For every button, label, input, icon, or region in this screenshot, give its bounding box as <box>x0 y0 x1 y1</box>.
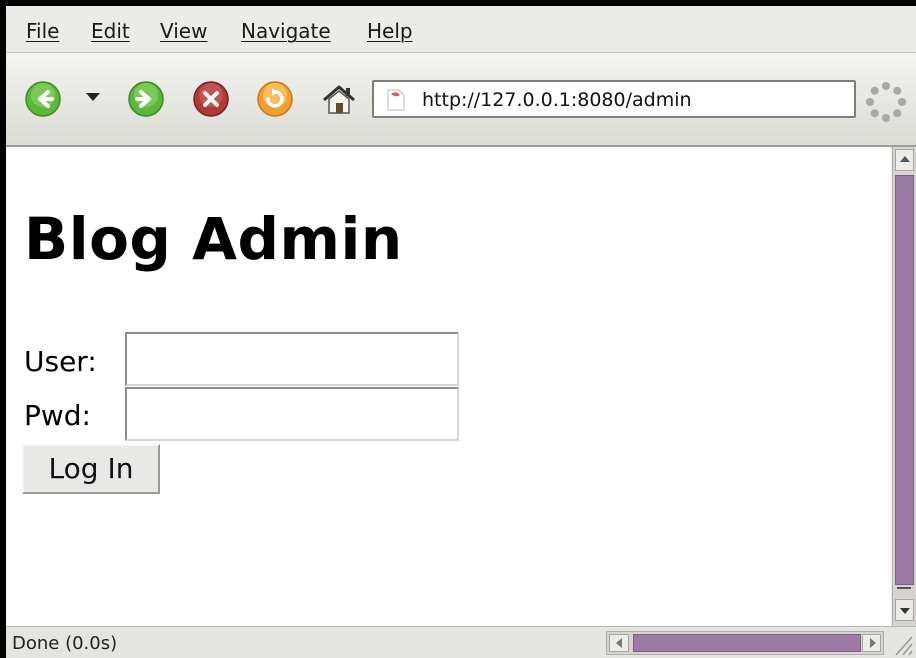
scroll-up-icon[interactable] <box>895 149 914 171</box>
menu-navigate[interactable]: Navigate <box>241 19 331 43</box>
vertical-scroll-thumb[interactable] <box>895 175 914 585</box>
stop-icon[interactable] <box>192 80 230 118</box>
pwd-label: Pwd: <box>24 399 91 432</box>
page-content: Blog Admin User: Pwd: Log In <box>6 147 891 626</box>
url-bar[interactable]: http://127.0.0.1:8080/admin <box>372 80 856 118</box>
menu-file[interactable]: File <box>26 19 59 43</box>
history-dropdown-icon[interactable] <box>86 93 100 101</box>
page-title: Blog Admin <box>24 205 403 273</box>
vertical-scrollbar[interactable] <box>892 147 916 626</box>
status-bar: Done (0.0s) <box>6 626 916 658</box>
menu-bar: File Edit View Navigate Help <box>6 6 916 53</box>
browser-window: File Edit View Navigate Help http://127.… <box>6 6 916 658</box>
menu-view[interactable]: View <box>160 19 207 43</box>
url-text[interactable]: http://127.0.0.1:8080/admin <box>422 89 692 111</box>
horizontal-scrollbar[interactable] <box>606 631 884 655</box>
user-label: User: <box>24 345 97 378</box>
reload-icon[interactable] <box>256 80 294 118</box>
scroll-down-icon[interactable] <box>895 599 914 621</box>
horizontal-scroll-thumb[interactable] <box>633 634 861 652</box>
navigation-toolbar: http://127.0.0.1:8080/admin <box>6 53 916 147</box>
user-input[interactable] <box>125 332 459 386</box>
forward-arrow-icon[interactable] <box>127 80 165 118</box>
menu-edit[interactable]: Edit <box>91 19 130 43</box>
login-button[interactable]: Log In <box>22 444 160 494</box>
page-document-icon <box>387 89 405 111</box>
scroll-right-icon[interactable] <box>862 634 881 652</box>
status-text: Done (0.0s) <box>12 633 118 654</box>
resize-grip-icon[interactable] <box>890 631 914 657</box>
loading-throbber-icon <box>866 82 906 122</box>
password-input[interactable] <box>125 387 459 441</box>
menu-help[interactable]: Help <box>367 19 413 43</box>
scroll-left-icon[interactable] <box>609 634 629 652</box>
home-icon[interactable] <box>320 80 358 118</box>
back-arrow-icon[interactable] <box>24 80 62 118</box>
